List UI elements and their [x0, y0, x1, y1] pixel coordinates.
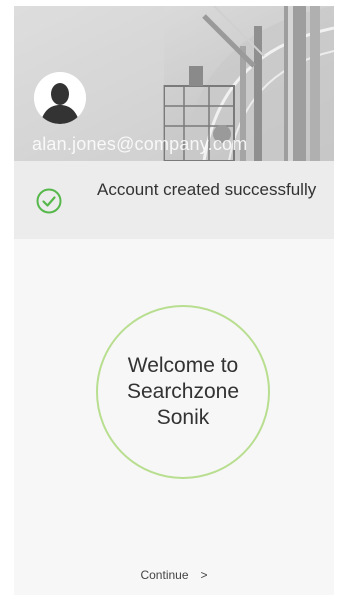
avatar	[34, 72, 86, 124]
success-message: Account created successfully	[97, 180, 317, 199]
continue-button[interactable]: Continue >	[14, 568, 334, 582]
check-circle-icon	[36, 188, 62, 214]
welcome-text: Welcome to Searchzone Sonik	[126, 354, 240, 429]
success-banner: Account created successfully	[14, 161, 334, 239]
profile-header: alan.jones@company.com	[14, 6, 334, 161]
app-screen: alan.jones@company.com Account created s…	[14, 6, 334, 595]
user-email: alan.jones@company.com	[32, 134, 248, 154]
chevron-right-icon: >	[200, 568, 208, 582]
user-silhouette-icon	[34, 72, 86, 124]
welcome-circle: Welcome to Searchzone Sonik	[96, 305, 270, 479]
continue-label: Continue	[140, 568, 189, 582]
